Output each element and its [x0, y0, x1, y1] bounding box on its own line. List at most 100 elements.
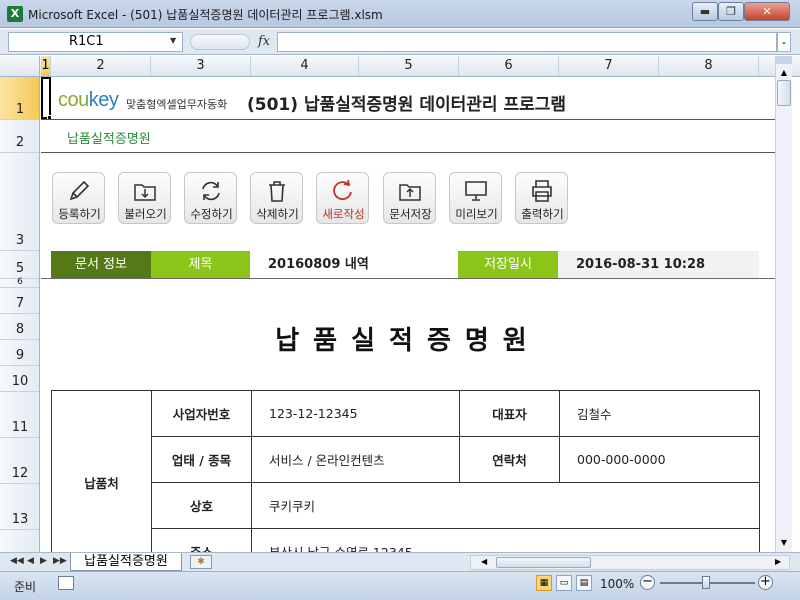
contact-value[interactable]: 000-000-0000 [559, 436, 760, 483]
sheet-tab-active[interactable]: 납품실적증명원 [70, 553, 182, 571]
row-header[interactable]: 5 [0, 251, 39, 279]
row-headers: 1 2 3 5 6 7 8 9 10 11 12 13 14 [0, 77, 40, 552]
name-box[interactable]: R1C1 [8, 32, 183, 52]
vertical-scroll-thumb[interactable] [777, 80, 791, 106]
minimize-button[interactable]: ▬ [692, 2, 718, 21]
expand-formula-bar-icon[interactable]: ⌄ [777, 32, 791, 52]
load-button[interactable]: 불러오기 [118, 172, 171, 224]
preview-button[interactable]: 미리보기 [449, 172, 502, 224]
normal-view-icon[interactable]: ▦ [536, 575, 552, 591]
subtitle-divider [41, 152, 775, 153]
worksheet-grid[interactable]: coukey 맞춤형엑셀업무자동화 (501) 납품실적증명원 데이터관리 프로… [41, 77, 775, 552]
row-header[interactable]: 10 [0, 366, 39, 392]
horizontal-scroll-thumb[interactable] [496, 557, 591, 568]
title-value[interactable]: 20160809 내역 [250, 251, 458, 278]
formula-bar: R1C1 ▼ fx ⌄ [0, 29, 800, 55]
save-document-button[interactable]: 문서저장 [383, 172, 436, 224]
print-label: 출력하기 [521, 207, 564, 221]
title-label: 제목 [151, 251, 250, 278]
window-title: Microsoft Excel - (501) 납품실적증명원 데이터관리 프로… [28, 8, 383, 22]
zoom-slider-thumb[interactable] [702, 576, 710, 589]
load-label: 불러오기 [124, 207, 167, 221]
edit-label: 수정하기 [190, 207, 233, 221]
address-value[interactable]: 부산시 남구 수영로 12345 [251, 528, 760, 552]
delete-button[interactable]: 삭제하기 [250, 172, 303, 224]
trash-icon [269, 181, 285, 202]
row-header[interactable]: 7 [0, 288, 39, 314]
prev-sheet-icon[interactable]: ◀ [27, 556, 34, 566]
scroll-right-icon[interactable]: ▶ [775, 557, 781, 566]
contact-label: 연락처 [459, 436, 560, 483]
edit-button[interactable]: 수정하기 [184, 172, 237, 224]
vertical-scrollbar[interactable]: ▲ ▼ [775, 56, 792, 552]
zoom-out-button[interactable]: − [640, 575, 655, 590]
column-header[interactable]: 4 [251, 56, 359, 76]
saved-datetime-value[interactable]: 2016-08-31 10:28 [558, 251, 759, 278]
row-header[interactable]: 12 [0, 438, 39, 484]
biz-no-value[interactable]: 123-12-12345 [251, 390, 460, 437]
column-headers: 1 2 3 4 5 6 7 8 [0, 56, 800, 77]
ceo-label: 대표자 [459, 390, 560, 437]
select-all-button[interactable] [0, 56, 40, 76]
close-button[interactable]: ✕ [744, 2, 790, 21]
coukey-logo: coukey [58, 89, 119, 112]
new-document-label: 새로작성 [322, 207, 365, 221]
insert-function-icon[interactable]: fx [258, 34, 270, 49]
formula-input[interactable] [277, 32, 777, 52]
register-button[interactable]: 등록하기 [52, 172, 105, 224]
scroll-down-icon[interactable]: ▼ [776, 536, 792, 550]
selected-cell[interactable] [41, 77, 51, 119]
scroll-left-icon[interactable]: ◀ [481, 557, 487, 566]
sheet-tab-bar: ◀◀ ◀ ▶ ▶▶ 납품실적증명원 ✱ ◀ ▶ [0, 552, 800, 571]
insert-sheet-icon[interactable]: ✱ [190, 555, 212, 569]
scroll-up-icon[interactable]: ▲ [776, 66, 792, 80]
last-sheet-icon[interactable]: ▶▶ [53, 556, 67, 566]
zoom-level[interactable]: 100% [600, 577, 634, 591]
new-document-button[interactable]: 새로작성 [316, 172, 369, 224]
print-button[interactable]: 출력하기 [515, 172, 568, 224]
saved-datetime-label: 저장일시 [458, 251, 558, 278]
excel-app-icon[interactable]: X [7, 6, 23, 22]
split-handle[interactable] [776, 56, 792, 64]
row-header[interactable]: 14 [0, 530, 39, 552]
row-header[interactable]: 2 [0, 120, 39, 153]
company-label: 상호 [151, 482, 252, 529]
zoom-in-button[interactable]: + [758, 575, 773, 590]
column-header[interactable]: 5 [359, 56, 459, 76]
first-sheet-icon[interactable]: ◀◀ [10, 556, 24, 566]
status-bar: 준비 ▦ ▭ ▤ 100% − + [0, 571, 800, 600]
logo-text-prefix: cou [58, 89, 89, 111]
new-cycle-icon [333, 179, 352, 201]
page-break-view-icon[interactable]: ▤ [576, 575, 592, 591]
column-header[interactable]: 3 [151, 56, 251, 76]
address-label: 주소 [151, 528, 252, 552]
status-ready-text: 준비 [14, 580, 37, 594]
supplier-form-table: 납품처 사업자번호 123-12-12345 대표자 김철수 업태 / 종목 서… [51, 390, 760, 552]
row-header[interactable]: 3 [0, 153, 39, 251]
macro-record-icon[interactable] [58, 576, 74, 590]
row-header[interactable]: 8 [0, 314, 39, 340]
row-header[interactable]: 1 [0, 77, 39, 120]
row-header[interactable]: 9 [0, 340, 39, 366]
column-header[interactable]: 1 [41, 56, 51, 76]
preview-label: 미리보기 [455, 207, 498, 221]
column-header[interactable]: 8 [659, 56, 759, 76]
horizontal-scrollbar[interactable]: ◀ ▶ [470, 555, 790, 570]
column-header[interactable]: 6 [459, 56, 559, 76]
column-header[interactable]: 2 [51, 56, 151, 76]
next-sheet-icon[interactable]: ▶ [40, 556, 47, 566]
chevron-down-icon[interactable]: ▼ [170, 36, 176, 45]
title-bar: X Microsoft Excel - (501) 납품실적증명원 데이터관리 … [0, 0, 800, 28]
maximize-button[interactable]: ❐ [718, 2, 744, 21]
supplier-group-label: 납품처 [51, 390, 152, 552]
page-layout-view-icon[interactable]: ▭ [556, 575, 572, 591]
info-divider [41, 278, 775, 279]
row-header[interactable]: 6 [0, 277, 39, 288]
ceo-value[interactable]: 김철수 [559, 390, 760, 437]
column-header[interactable]: 7 [559, 56, 659, 76]
company-value[interactable]: 쿠키쿠키 [251, 482, 760, 529]
row-header[interactable]: 13 [0, 484, 39, 530]
row-header[interactable]: 11 [0, 392, 39, 438]
business-type-value[interactable]: 서비스 / 온라인컨텐츠 [251, 436, 460, 483]
logo-slogan: 맞춤형엑셀업무자동화 [126, 98, 228, 111]
